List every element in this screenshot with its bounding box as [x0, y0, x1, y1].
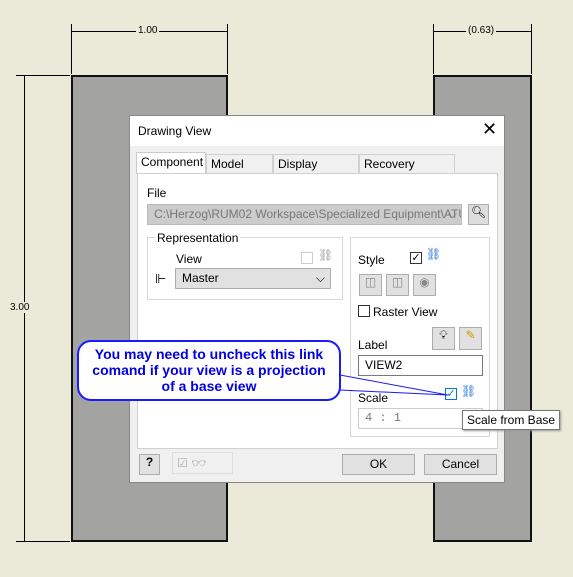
callout-bubble: You may need to uncheck this link comand…: [77, 340, 341, 401]
callout-text: You may need to uncheck this link comand…: [92, 346, 326, 394]
callout-pointer: [339, 374, 449, 396]
